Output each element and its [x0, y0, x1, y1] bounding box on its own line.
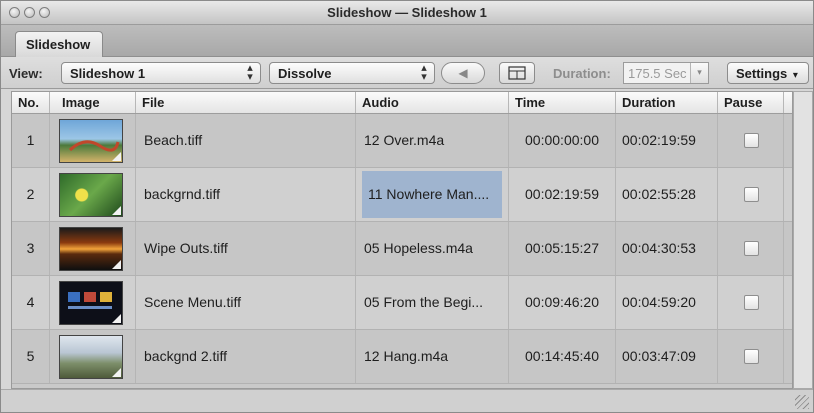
duration-cell[interactable]: 00:04:30:53 — [616, 222, 718, 275]
chevron-down-icon: ▾ — [792, 70, 798, 81]
pause-checkbox[interactable] — [744, 349, 759, 364]
audio-cell[interactable]: 11 Nowhere Man.... — [356, 168, 509, 221]
play-backward-icon: ◀ — [458, 66, 468, 80]
audio-cell[interactable]: 12 Hang.m4a — [356, 330, 509, 383]
column-header-pause[interactable]: Pause — [718, 92, 784, 113]
column-header-no[interactable]: No. — [12, 92, 50, 113]
duration-cell[interactable]: 00:03:47:09 — [616, 330, 718, 383]
row-number: 2 — [12, 168, 50, 221]
thumbnail-image[interactable] — [59, 119, 123, 163]
display-icon — [508, 66, 526, 80]
pause-checkbox[interactable] — [744, 241, 759, 256]
table-header: No. Image File Audio Time Duration Pause — [12, 92, 792, 114]
tab-strip: Slideshow — [1, 25, 813, 57]
pause-checkbox[interactable] — [744, 133, 759, 148]
view-label: View: — [9, 66, 43, 81]
time-cell: 00:14:45:40 — [509, 330, 616, 383]
duration-cell[interactable]: 00:02:55:28 — [616, 168, 718, 221]
window-title: Slideshow — Slideshow 1 — [327, 5, 487, 20]
audio-cell[interactable]: 05 From the Begi... — [356, 276, 509, 329]
table-row[interactable]: 5 backgnd 2.tiff 12 Hang.m4a 00:14:45:40… — [12, 330, 792, 384]
duration-label: Duration: — [553, 66, 611, 81]
resize-corner-icon — [112, 152, 121, 161]
time-cell: 00:09:46:20 — [509, 276, 616, 329]
resize-corner-icon — [112, 206, 121, 215]
thumbnail-image[interactable] — [59, 281, 123, 325]
row-number: 5 — [12, 330, 50, 383]
view-popup-value: Slideshow 1 — [70, 66, 146, 81]
column-header-image[interactable]: Image — [50, 92, 136, 113]
slideshow-window: Slideshow — Slideshow 1 Slideshow View: … — [0, 0, 814, 413]
duration-cell[interactable]: 00:02:19:59 — [616, 114, 718, 167]
column-header-time[interactable]: Time — [509, 92, 616, 113]
duration-field[interactable]: 175.5 Sec ▾ — [623, 62, 709, 84]
resize-corner-icon — [112, 260, 121, 269]
audio-cell-text: 11 Nowhere Man.... — [368, 186, 490, 202]
file-cell: Beach.tiff — [136, 114, 356, 167]
table-row[interactable]: 4 Scene Menu.tiff 05 From the Begi... 00… — [12, 276, 792, 330]
vertical-scrollbar[interactable] — [793, 91, 813, 389]
column-header-file[interactable]: File — [136, 92, 356, 113]
column-header-duration[interactable]: Duration — [616, 92, 718, 113]
thumbnail-image[interactable] — [59, 173, 123, 217]
pause-checkbox[interactable] — [744, 295, 759, 310]
popup-arrows-icon: ▴ ▾ — [421, 62, 427, 83]
duration-cell[interactable]: 00:04:59:20 — [616, 276, 718, 329]
file-cell: Wipe Outs.tiff — [136, 222, 356, 275]
resize-corner-icon — [112, 314, 121, 323]
resize-grip-icon[interactable] — [795, 395, 809, 409]
image-cell — [50, 330, 136, 383]
file-cell: Scene Menu.tiff — [136, 276, 356, 329]
table-row[interactable]: 1 Beach.tiff 12 Over.m4a 00:00:00:00 00:… — [12, 114, 792, 168]
column-header-audio[interactable]: Audio — [356, 92, 509, 113]
thumbnail-image[interactable] — [59, 335, 123, 379]
pause-checkbox[interactable] — [744, 187, 759, 202]
row-number: 4 — [12, 276, 50, 329]
tab-slideshow[interactable]: Slideshow — [15, 31, 103, 57]
thumbnail-image[interactable] — [59, 227, 123, 271]
resize-corner-icon — [112, 368, 121, 377]
previous-button[interactable]: ◀ — [441, 62, 485, 84]
row-number: 3 — [12, 222, 50, 275]
time-cell: 00:00:00:00 — [509, 114, 616, 167]
file-cell: backgrnd.tiff — [136, 168, 356, 221]
view-popup[interactable]: Slideshow 1 ▴ ▾ — [61, 62, 261, 84]
table-row[interactable]: 3 Wipe Outs.tiff 05 Hopeless.m4a 00:05:1… — [12, 222, 792, 276]
popup-arrows-icon: ▴ ▾ — [247, 62, 253, 83]
toolbar: View: Slideshow 1 ▴ ▾ Dissolve ▴ ▾ ◀ Durat… — [1, 57, 813, 89]
pause-cell — [718, 276, 784, 329]
audio-cell[interactable]: 12 Over.m4a — [356, 114, 509, 167]
image-cell — [50, 276, 136, 329]
image-cell — [50, 168, 136, 221]
slides-table: No. Image File Audio Time Duration Pause… — [11, 91, 793, 389]
row-number: 1 — [12, 114, 50, 167]
pause-cell — [718, 330, 784, 383]
transition-popup[interactable]: Dissolve ▴ ▾ — [269, 62, 435, 84]
transition-popup-value: Dissolve — [278, 66, 332, 81]
pause-cell — [718, 114, 784, 167]
pause-cell — [718, 168, 784, 221]
bottom-bar — [1, 389, 813, 412]
duration-value: 175.5 Sec — [628, 66, 687, 81]
audio-cell[interactable]: 05 Hopeless.m4a — [356, 222, 509, 275]
image-cell — [50, 114, 136, 167]
settings-button[interactable]: Settings ▾ — [727, 62, 809, 84]
image-cell — [50, 222, 136, 275]
time-cell: 00:05:15:27 — [509, 222, 616, 275]
slide-display-button[interactable] — [499, 62, 535, 84]
time-cell: 00:02:19:59 — [509, 168, 616, 221]
settings-label: Settings — [736, 66, 788, 81]
chevron-down-icon[interactable]: ▾ — [690, 63, 708, 83]
file-cell: backgnd 2.tiff — [136, 330, 356, 383]
title-bar: Slideshow — Slideshow 1 — [1, 1, 813, 25]
table-row[interactable]: 2 backgrnd.tiff 11 Nowhere Man.... 00:02… — [12, 168, 792, 222]
pause-cell — [718, 222, 784, 275]
